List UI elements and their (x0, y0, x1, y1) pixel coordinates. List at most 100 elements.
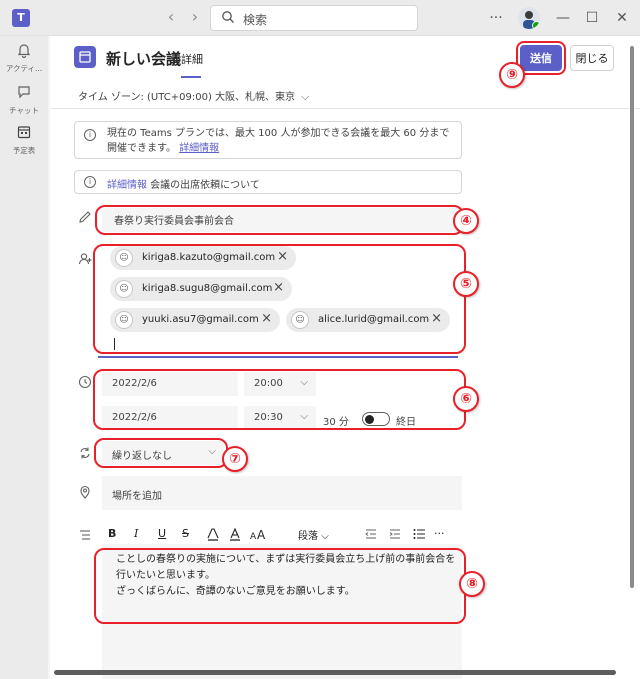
search-placeholder: 検索 (243, 13, 268, 27)
person-icon: ☺ (291, 311, 309, 329)
all-day-toggle[interactable] (362, 412, 390, 426)
attendee-email: kiriga8.kazuto@gmail.com (142, 252, 276, 263)
rsvp-notice-text: 会議の出席依頼について (147, 180, 260, 191)
remove-attendee-icon[interactable]: × (261, 311, 272, 326)
chevron-down-icon: ⌵ (321, 531, 329, 542)
vertical-scrollbar[interactable] (630, 46, 634, 588)
add-people-icon (78, 252, 92, 269)
more-options-button[interactable]: ··· (484, 8, 508, 28)
remove-attendee-icon[interactable]: × (431, 311, 442, 326)
send-button[interactable]: 送信 (516, 41, 566, 75)
back-arrow-icon[interactable]: ‹ (162, 8, 180, 26)
chat-icon (16, 86, 32, 103)
minimize-button[interactable]: — (551, 8, 575, 28)
close-button[interactable]: 閉じる (570, 45, 614, 71)
person-icon: ☺ (115, 249, 133, 267)
end-date-value: 2022/2/6 (112, 412, 157, 423)
start-time-picker[interactable]: 20:00 ⌵ (244, 372, 316, 396)
start-date-value: 2022/2/6 (112, 378, 157, 389)
font-color-icon[interactable] (228, 527, 242, 544)
tab-details[interactable]: 詳細 (181, 51, 203, 67)
plan-notice: i 現在の Teams プランでは、最大 100 人が参加できる会議を最大 60… (74, 121, 462, 159)
annotation-badge-7: ⑦ (222, 446, 248, 472)
start-date-picker[interactable]: 2022/2/6 (102, 372, 238, 396)
attendee-email: kiriga8.sugu8@gmail.com (142, 283, 273, 294)
close-window-button[interactable]: ✕ (610, 8, 634, 28)
location-input[interactable]: 場所を追加 (102, 476, 462, 510)
timezone-label: タイム ゾーン: (UTC+09:00) 大阪、札幌、東京 (78, 92, 296, 103)
annotation-badge-9: ⑨ (499, 62, 525, 88)
annotation-badge-8: ⑧ (459, 571, 485, 597)
search-icon (221, 10, 235, 27)
attendee-chip[interactable]: ☺ yuuki.asu7@gmail.com × (110, 308, 280, 332)
rail-item-chat[interactable]: チャット (0, 84, 48, 116)
rsvp-notice: i 詳細情報 会議の出席依頼について (74, 170, 462, 194)
formatting-toolbar: B I U S AA 段落 ⌵ ··· (102, 524, 462, 546)
page-title: 新しい会議 (106, 50, 182, 68)
timezone-selector[interactable]: タイム ゾーン: (UTC+09:00) 大阪、札幌、東京 ⌵ (78, 88, 309, 104)
attendee-chip[interactable]: ☺ kiriga8.kazuto@gmail.com × (110, 246, 296, 270)
svg-text:A: A (250, 532, 257, 541)
start-time-value: 20:00 (254, 378, 283, 389)
end-time-value: 20:30 (254, 412, 283, 423)
attendee-input-underline (98, 356, 458, 358)
bulleted-list-icon[interactable] (412, 527, 426, 544)
attendee-chip[interactable]: ☺ kiriga8.sugu8@gmail.com × (110, 277, 292, 301)
rsvp-details-link[interactable]: 詳細情報 (107, 180, 147, 191)
header-divider (50, 108, 640, 109)
repeat-dropdown[interactable]: 繰り返しなし ⌵ (102, 441, 224, 465)
italic-button[interactable]: I (134, 527, 138, 540)
forward-arrow-icon[interactable]: › (186, 8, 204, 26)
details-list-icon (78, 528, 92, 545)
tab-active-indicator (181, 76, 201, 78)
repeat-value: 繰り返しなし (112, 451, 172, 462)
svg-text:A: A (257, 528, 266, 541)
meeting-calendar-icon (74, 46, 96, 68)
rail-label-calendar: 予定表 (12, 146, 36, 155)
all-day-label: 終日 (396, 417, 416, 428)
meeting-body-text: ことしの春祭りの実施について、まずは実行委員会立ち上げ前の事前会合を行いたいと思… (116, 552, 456, 600)
app-rail: アクティ... チャット 予定表 (0, 36, 48, 679)
plan-details-link[interactable]: 詳細情報 (179, 143, 219, 154)
underline-button[interactable]: U (158, 527, 166, 540)
remove-attendee-icon[interactable]: × (277, 249, 288, 264)
person-icon: ☺ (115, 280, 133, 298)
horizontal-scrollbar[interactable] (54, 670, 616, 675)
end-time-picker[interactable]: 20:30 ⌵ (244, 406, 316, 430)
pencil-icon (78, 210, 92, 227)
paragraph-dropdown[interactable]: 段落 ⌵ (298, 527, 329, 542)
indent-icon[interactable] (388, 527, 402, 544)
end-date-picker[interactable]: 2022/2/6 (102, 406, 238, 430)
plan-notice-text: 現在の Teams プランでは、最大 100 人が参加できる会議を最大 60 分… (107, 128, 450, 154)
strikethrough-button[interactable]: S (182, 527, 189, 540)
location-pin-icon (78, 485, 92, 502)
attendee-input-cursor[interactable] (114, 338, 115, 350)
outdent-icon[interactable] (364, 527, 378, 544)
search-box[interactable]: 検索 (210, 5, 418, 31)
teams-logo-icon: T (12, 9, 30, 27)
attendee-chip[interactable]: ☺ alice.lurid@gmail.com × (286, 308, 450, 332)
more-formatting-icon[interactable]: ··· (434, 527, 445, 540)
annotation-badge-4: ④ (453, 208, 479, 234)
user-avatar[interactable] (518, 7, 540, 29)
chevron-down-icon: ⌵ (301, 90, 310, 103)
location-placeholder: 場所を追加 (112, 491, 162, 502)
toggle-knob (365, 415, 374, 424)
attendee-email: yuuki.asu7@gmail.com (142, 314, 259, 325)
rail-item-activity[interactable]: アクティ... (0, 42, 48, 74)
meeting-title-input[interactable]: 春祭り実行委員会事前会合 (102, 208, 462, 232)
body-line: ことしの春祭りの実施について、まずは実行委員会立ち上げ前の事前会合を行いたいと思… (116, 554, 456, 581)
font-size-icon[interactable]: AA (250, 527, 266, 544)
calendar-icon (16, 126, 32, 143)
maximize-button[interactable]: ☐ (580, 8, 604, 28)
bold-button[interactable]: B (108, 527, 116, 540)
annotation-badge-6: ⑥ (453, 386, 479, 412)
annotation-badge-5: ⑤ (453, 271, 479, 297)
chevron-down-icon: ⌵ (300, 411, 308, 422)
chevron-down-icon: ⌵ (208, 446, 216, 457)
rail-item-calendar[interactable]: 予定表 (0, 124, 48, 156)
remove-attendee-icon[interactable]: × (273, 280, 284, 295)
person-icon: ☺ (115, 311, 133, 329)
highlight-icon[interactable] (206, 527, 220, 544)
chevron-down-icon: ⌵ (300, 377, 308, 388)
